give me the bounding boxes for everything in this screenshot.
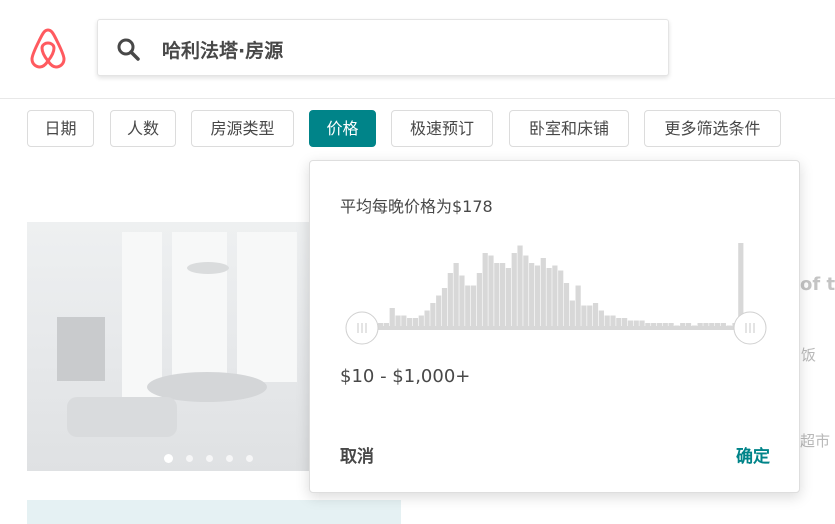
price-histogram[interactable] <box>340 231 772 351</box>
slider-max-handle[interactable] <box>733 311 767 345</box>
histogram-bar <box>476 273 482 328</box>
photo-carousel-dots[interactable] <box>160 453 280 465</box>
price-range-text: $10 - $1,000+ <box>340 366 471 387</box>
histogram-bar <box>563 283 570 328</box>
histogram-bar <box>587 305 593 328</box>
histogram-bar <box>436 295 442 328</box>
histogram-bar <box>558 270 564 328</box>
cancel-button[interactable]: 取消 <box>340 442 374 467</box>
photo-sofa <box>67 397 177 437</box>
airbnb-logo-icon[interactable] <box>28 26 68 70</box>
histogram-bar <box>523 255 529 328</box>
histogram-bar <box>494 263 500 328</box>
histogram-bar <box>598 310 604 328</box>
histogram-bar <box>459 275 465 328</box>
carousel-dot[interactable] <box>226 455 233 462</box>
histogram-bar <box>500 263 506 328</box>
filter-bar: 日期 人数 房源类型 价格 极速预订 卧室和床铺 更多筛选条件 <box>0 110 835 150</box>
search-query-text: 哈利法塔·房源 <box>162 40 284 62</box>
slider-min-handle[interactable] <box>345 311 379 345</box>
listing-photo[interactable] <box>27 222 310 471</box>
average-price-text: 平均每晚价格为$178 <box>340 197 493 216</box>
histogram-bar <box>505 268 512 328</box>
histogram-bar <box>529 263 535 328</box>
partial-listing-text: 饭 <box>801 346 817 364</box>
filter-guests-button[interactable]: 人数 <box>110 110 176 147</box>
histogram-bar <box>552 265 558 328</box>
price-filter-popup: 平均每晚价格为$178 $10 - $1,000+ 取消 确定 <box>309 160 800 493</box>
search-bar[interactable]: 哈利法塔·房源 <box>97 19 669 76</box>
photo-tv <box>57 317 105 381</box>
filter-dates-button[interactable]: 日期 <box>27 110 94 147</box>
histogram-bar <box>569 300 575 328</box>
histogram-bar <box>470 285 477 328</box>
histogram-bar <box>592 303 599 328</box>
histogram-bar <box>447 273 453 328</box>
partial-listing-text: 超市 <box>800 432 831 450</box>
histogram-bar <box>517 245 523 328</box>
header-divider <box>0 98 835 99</box>
histogram-bar <box>511 253 517 328</box>
histogram-bar <box>453 263 459 328</box>
histogram-bar <box>430 303 436 328</box>
histogram-bar <box>534 265 541 328</box>
histogram-bar <box>540 258 546 328</box>
histogram-bar <box>441 288 448 328</box>
photo-window <box>172 232 227 382</box>
carousel-dot[interactable] <box>246 455 253 462</box>
partial-listing-title[interactable]: of th <box>800 274 835 295</box>
photo-lamp <box>187 262 229 274</box>
next-listing-photo[interactable] <box>27 500 401 524</box>
search-icon <box>117 38 140 61</box>
carousel-dot[interactable] <box>206 455 213 462</box>
photo-window <box>237 232 297 382</box>
confirm-button[interactable]: 确定 <box>736 442 770 467</box>
histogram-bar <box>546 268 552 328</box>
histogram-bar <box>581 305 587 328</box>
carousel-dot[interactable] <box>164 454 173 463</box>
filter-room-type-button[interactable]: 房源类型 <box>191 110 294 147</box>
histogram-bar <box>488 255 494 328</box>
histogram-bar <box>575 285 581 328</box>
histogram-bar <box>482 253 488 328</box>
filter-instant-book-button[interactable]: 极速预订 <box>391 110 493 147</box>
filter-price-button[interactable]: 价格 <box>309 110 376 147</box>
carousel-dot[interactable] <box>186 455 193 462</box>
histogram-bar <box>389 308 395 328</box>
filter-more-button[interactable]: 更多筛选条件 <box>644 110 781 147</box>
histogram-bar <box>424 310 430 328</box>
histogram-bar <box>465 285 471 328</box>
filter-rooms-beds-button[interactable]: 卧室和床铺 <box>509 110 629 147</box>
